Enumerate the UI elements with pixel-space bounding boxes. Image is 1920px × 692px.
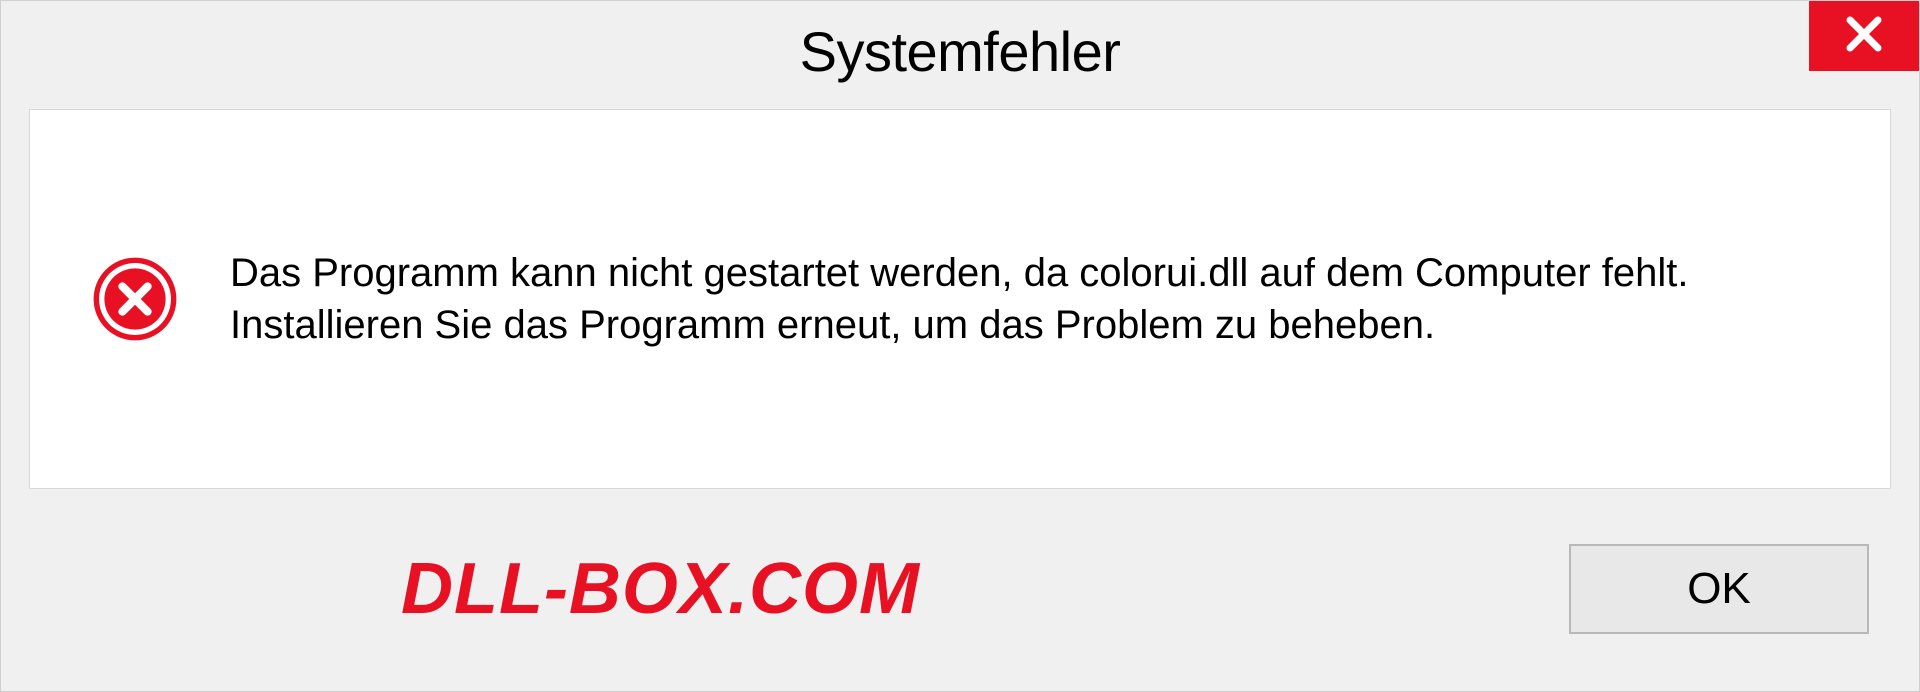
error-message: Das Programm kann nicht gestartet werden… [230,247,1830,351]
error-dialog: Systemfehler Das Programm kann nicht ges… [0,0,1920,692]
ok-button[interactable]: OK [1569,544,1869,634]
titlebar: Systemfehler [1,1,1919,101]
close-button[interactable] [1809,1,1919,71]
close-icon [1840,10,1888,63]
content-panel: Das Programm kann nicht gestartet werden… [29,109,1891,489]
watermark-text: DLL-BOX.COM [401,548,920,630]
dialog-title: Systemfehler [800,19,1121,84]
dialog-footer: DLL-BOX.COM OK [1,489,1919,689]
error-icon [90,254,180,344]
